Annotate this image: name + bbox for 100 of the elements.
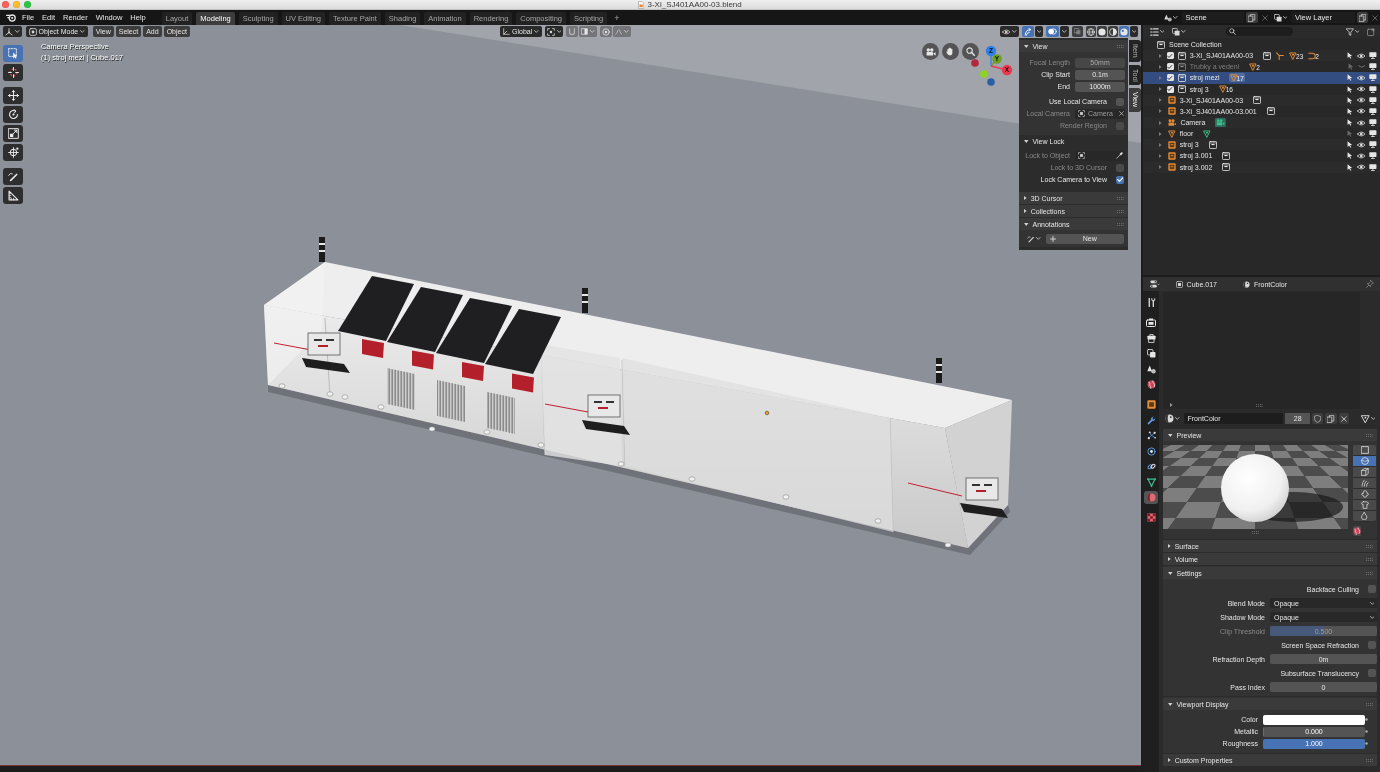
eye-icon[interactable] — [1356, 164, 1366, 171]
properties-tab[interactable] — [1144, 475, 1158, 489]
display-mode-button[interactable] — [1148, 26, 1167, 37]
new-collection-button[interactable] — [1365, 26, 1377, 37]
overlay-options-button[interactable] — [1060, 26, 1069, 37]
scene-browse-button[interactable] — [1162, 12, 1180, 23]
tool-button[interactable] — [3, 125, 23, 142]
pointer-arrow-icon[interactable] — [1347, 163, 1353, 171]
fake-user-button[interactable] — [1312, 413, 1324, 424]
checkbox[interactable] — [1368, 669, 1376, 677]
shading-options-button[interactable] — [1129, 26, 1138, 37]
tool-button[interactable] — [3, 144, 23, 161]
duplicate-material-button[interactable] — [1325, 413, 1337, 424]
axis-handle[interactable] — [971, 59, 979, 67]
preview-shape-button[interactable] — [1353, 467, 1376, 478]
editor-type-button[interactable] — [3, 26, 22, 37]
eye-icon[interactable] — [1356, 86, 1366, 93]
visibility-button[interactable] — [999, 26, 1019, 37]
axis-handle[interactable] — [985, 45, 997, 57]
preview-shape-button[interactable] — [1353, 445, 1376, 456]
pivot-point-button[interactable] — [544, 26, 564, 37]
eye-icon[interactable] — [1356, 152, 1366, 159]
pointer-arrow-icon[interactable] — [1347, 85, 1353, 93]
monitor-icon[interactable] — [1369, 96, 1377, 104]
monitor-icon[interactable] — [1369, 74, 1377, 82]
tool-button[interactable] — [3, 106, 23, 123]
monitor-icon[interactable] — [1369, 130, 1377, 138]
checkbox[interactable] — [1368, 641, 1376, 649]
monitor-icon[interactable] — [1369, 141, 1377, 149]
checkbox[interactable] — [1166, 52, 1174, 60]
zoom-view-button[interactable] — [962, 43, 979, 60]
delete-scene-button[interactable] — [1259, 12, 1270, 23]
filter-button[interactable] — [1343, 26, 1361, 37]
pan-view-button[interactable] — [942, 43, 959, 60]
axis-handle[interactable] — [987, 78, 995, 86]
browse-material-button[interactable] — [1163, 413, 1182, 424]
view-layer-mode-button[interactable] — [1170, 26, 1188, 37]
pointer-arrow-icon[interactable] — [1347, 119, 1353, 127]
gizmo-toggle[interactable] — [1021, 26, 1034, 37]
pointer-arrow-icon[interactable] — [1347, 107, 1353, 115]
properties-tab[interactable] — [1144, 316, 1158, 329]
monitor-icon[interactable] — [1369, 163, 1377, 171]
view-layer-browse-button[interactable] — [1271, 12, 1289, 23]
tool-button[interactable] — [3, 64, 23, 81]
editor-type-button[interactable] — [1148, 278, 1162, 290]
monitor-icon[interactable] — [1369, 107, 1377, 115]
pointer-arrow-icon[interactable] — [1347, 152, 1353, 160]
monitor-icon[interactable] — [1369, 85, 1377, 93]
checkbox[interactable] — [1116, 97, 1124, 106]
preview-shape-button[interactable] — [1353, 511, 1376, 522]
monitor-icon[interactable] — [1369, 119, 1377, 127]
color-swatch[interactable] — [1263, 714, 1365, 725]
eye-icon[interactable] — [1356, 108, 1366, 115]
gizmo-options-button[interactable] — [1034, 26, 1044, 37]
preview-shape-button[interactable] — [1353, 456, 1376, 467]
pointer-arrow-icon[interactable] — [1347, 74, 1353, 82]
close-icon[interactable] — [2, 1, 9, 8]
proportional-edit-toggle[interactable] — [599, 26, 612, 37]
overlays-toggle[interactable] — [1046, 26, 1059, 37]
search-field[interactable] — [1225, 27, 1293, 36]
eye-icon[interactable] — [1356, 97, 1366, 104]
pin-button[interactable] — [1364, 278, 1376, 290]
tool-button[interactable] — [3, 87, 23, 104]
pointer-arrow-icon[interactable] — [1347, 52, 1353, 60]
pointer-arrow-icon[interactable] — [1347, 96, 1353, 104]
monitor-icon[interactable] — [1369, 152, 1377, 160]
tool-button[interactable] — [3, 187, 23, 204]
xray-toggle[interactable] — [1071, 26, 1083, 37]
checkbox[interactable] — [1166, 85, 1174, 93]
properties-tab[interactable] — [1144, 331, 1158, 345]
eye-icon[interactable] — [1356, 130, 1366, 137]
new-scene-button[interactable] — [1246, 12, 1258, 23]
pointer-arrow-icon[interactable] — [1347, 141, 1353, 149]
monitor-icon[interactable] — [1369, 63, 1377, 71]
shading-mode-button[interactable] — [1107, 26, 1118, 37]
preview-shape-button[interactable] — [1353, 489, 1376, 500]
camera-view-button[interactable] — [922, 43, 939, 60]
shading-mode-button[interactable] — [1118, 26, 1129, 37]
snap-target-button[interactable] — [579, 26, 597, 37]
eye-icon[interactable] — [1356, 141, 1366, 148]
unlink-material-button[interactable] — [1338, 413, 1349, 424]
add-workspace-button[interactable]: + — [611, 11, 623, 24]
eye-icon[interactable] — [1356, 119, 1366, 126]
axis-handle[interactable] — [980, 70, 988, 78]
checkbox[interactable] — [1368, 585, 1376, 593]
properties-tab[interactable] — [1144, 347, 1158, 360]
link-mode-button[interactable] — [1358, 413, 1377, 424]
checkbox[interactable] — [1166, 74, 1174, 82]
tool-button[interactable] — [3, 168, 23, 185]
preview-world-button[interactable] — [1353, 526, 1361, 537]
eye-icon[interactable] — [1356, 52, 1366, 59]
new-view-layer-button[interactable] — [1356, 12, 1368, 23]
snap-toggle[interactable] — [566, 26, 579, 37]
eye-icon[interactable] — [1356, 75, 1366, 81]
shading-mode-button[interactable] — [1096, 26, 1107, 37]
preview-shape-button[interactable] — [1353, 478, 1376, 489]
shading-mode-button[interactable] — [1085, 26, 1096, 37]
checkbox[interactable] — [1116, 175, 1124, 184]
properties-tab[interactable] — [1144, 398, 1158, 411]
preview-shape-button[interactable] — [1353, 500, 1376, 511]
